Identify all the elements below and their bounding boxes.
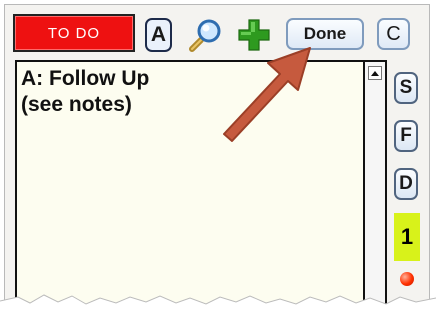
notes-area[interactable]: A: Follow Up (see notes) [15, 60, 387, 322]
todo-button[interactable]: TO DO [13, 14, 135, 52]
magnifier-icon[interactable] [185, 16, 225, 61]
a-button[interactable]: A [145, 18, 172, 52]
d-button[interactable]: D [394, 168, 418, 200]
done-button[interactable]: Done [286, 18, 364, 50]
scroll-up-button[interactable] [368, 66, 382, 80]
count-badge: 1 [394, 213, 420, 261]
c-button[interactable]: C [377, 18, 410, 50]
notes-scrollbar[interactable] [363, 62, 385, 320]
notes-text: A: Follow Up (see notes) [21, 67, 150, 116]
f-button[interactable]: F [394, 120, 418, 152]
s-button[interactable]: S [394, 72, 418, 104]
green-plus-icon[interactable] [236, 17, 272, 58]
status-dot [400, 272, 414, 286]
